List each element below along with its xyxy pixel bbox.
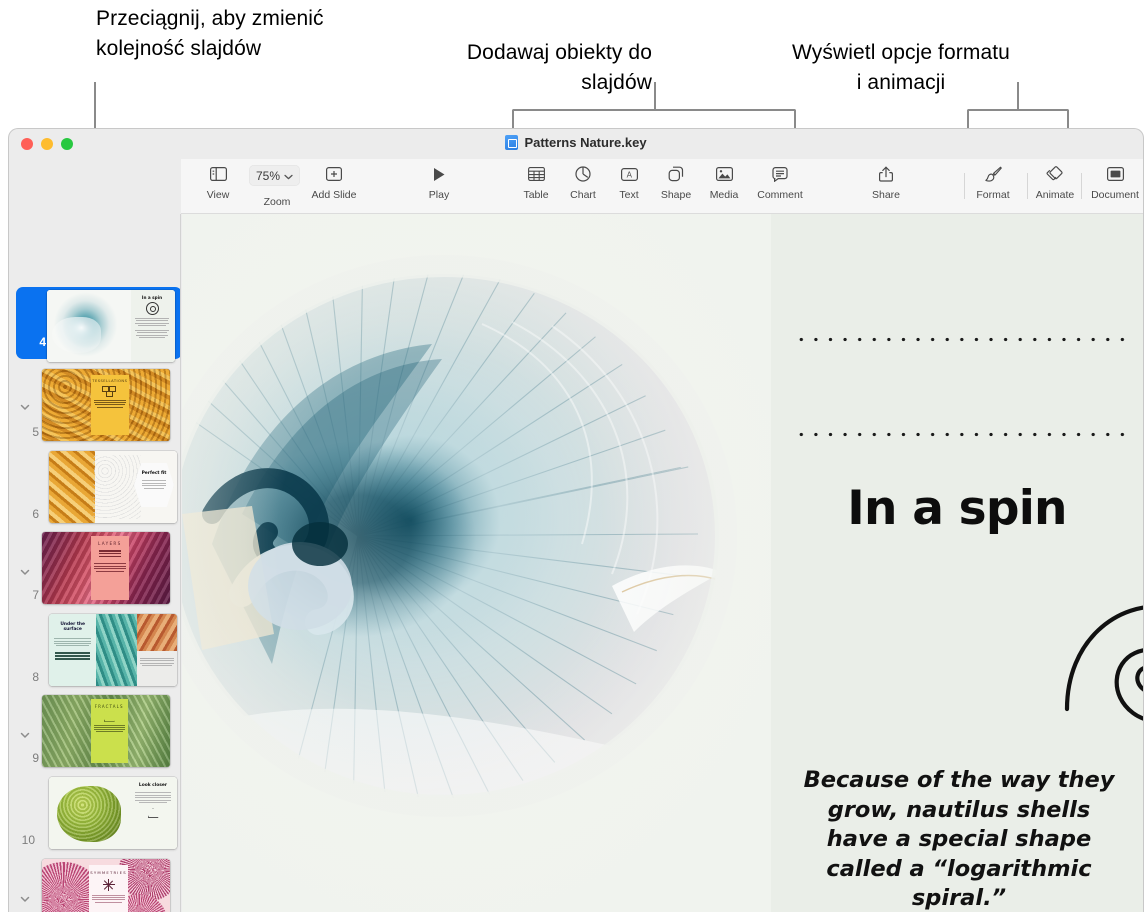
table-icon: [527, 163, 545, 185]
pie-chart-icon: [575, 163, 591, 185]
toolbar-format-button[interactable]: Format: [965, 163, 1021, 201]
window-titlebar: Patterns Nature.key: [9, 129, 1143, 159]
callout-format-animate-stem: [1017, 82, 1019, 110]
toolbar-animate-label: Animate: [1035, 189, 1075, 201]
callout-format-animate-text: Wyświetl opcje formatu i animacji: [792, 41, 1010, 94]
callout-add-objects-text: Dodawaj obiekty do slajdów: [466, 41, 652, 94]
sidebar-icon: [209, 163, 227, 185]
toolbar-share-button[interactable]: Share: [858, 163, 914, 201]
toolbar-add-slide-label: Add Slide: [311, 189, 357, 201]
document-title-bar[interactable]: Patterns Nature.key: [9, 135, 1143, 150]
zoom-select[interactable]: 75%: [249, 165, 301, 186]
comment-icon: [772, 163, 788, 185]
dotted-rule-bottom: [794, 432, 1134, 437]
callout-add-objects-stem: [654, 82, 656, 110]
toolbar-shape-label: Shape: [660, 189, 692, 201]
toolbar-comment-label: Comment: [757, 189, 803, 201]
chevron-down-icon[interactable]: [19, 401, 31, 413]
toolbar-table-label: Table: [523, 189, 549, 201]
slide-text-panel[interactable]: In a spin Because of the way they grow, …: [771, 214, 1143, 912]
callout-reorder-slides-line: [94, 82, 96, 129]
toolbar-play-label: Play: [428, 189, 450, 201]
slide-number: 7: [32, 588, 39, 602]
slide-canvas[interactable]: In a spin Because of the way they grow, …: [182, 214, 1143, 912]
slide-thumbnail[interactable]: LAYERS: [42, 532, 170, 604]
slide-thumbnail[interactable]: Look closer: [49, 777, 177, 849]
play-icon: [432, 163, 446, 185]
slide-thumbnail[interactable]: Under the surface: [49, 614, 177, 686]
slide-number: 5: [32, 425, 39, 439]
slide-number: 9: [32, 751, 39, 765]
toolbar: View 75% Zoom Add Slide Play Table Chart…: [9, 159, 1143, 214]
slide-number: 6: [32, 507, 39, 521]
toolbar-comment-button[interactable]: Comment: [752, 163, 808, 201]
slide-title[interactable]: In a spin: [771, 481, 1143, 536]
toolbar-view-button[interactable]: View: [190, 163, 246, 201]
toolbar-text-label: Text: [619, 189, 639, 201]
toolbar-document-label: Document: [1091, 189, 1139, 201]
chevron-down-icon: [284, 169, 293, 183]
toolbar-play-button[interactable]: Play: [411, 163, 467, 201]
toolbar-separator: [1081, 173, 1082, 199]
toolbar-format-label: Format: [976, 189, 1010, 201]
toolbar-document-button[interactable]: Document: [1087, 163, 1143, 201]
toolbar-zoom-label: Zoom: [263, 196, 291, 208]
chevron-down-icon[interactable]: [19, 566, 31, 578]
toolbar-view-label: View: [206, 189, 230, 201]
text-box-icon: A: [620, 163, 638, 185]
animate-diamond-icon: [1046, 163, 1065, 185]
slide-number: 8: [32, 670, 39, 684]
slide-thumbnail[interactable]: TESSELLATIONS: [42, 369, 170, 441]
slide-thumbnail[interactable]: In a spin: [47, 290, 175, 362]
toolbar-share-label: Share: [871, 189, 901, 201]
slide-paragraph-1: Because of the way they grow, nautilus s…: [803, 767, 1115, 911]
slide-thumbnail[interactable]: FRACTALS: [42, 695, 170, 767]
toolbar-media-button[interactable]: Media: [696, 163, 752, 201]
nautilus-shell-photo[interactable]: [182, 214, 771, 912]
zoom-value: 75%: [256, 168, 281, 183]
svg-text:A: A: [626, 170, 632, 179]
toolbar-chart-label: Chart: [570, 189, 596, 201]
photo-icon: [715, 163, 733, 185]
keynote-window: Patterns Nature.key View 75% Zoom Add Sl…: [8, 128, 1144, 912]
keynote-document-icon: [505, 135, 519, 150]
slide-navigator[interactable]: 4 In a spin 5 TESSELLATIONS 6 Perfect fi…: [9, 214, 181, 912]
toolbar-animate-button[interactable]: Animate: [1027, 163, 1083, 201]
slide-thumbnail[interactable]: Perfect fit: [49, 451, 177, 523]
toolbar-add-slide-button[interactable]: Add Slide: [306, 163, 362, 201]
slide-number: 10: [21, 833, 35, 847]
paintbrush-icon: [984, 163, 1002, 185]
document-icon: [1106, 163, 1124, 185]
shapes-icon: [668, 163, 684, 185]
slide-thumbnail[interactable]: SYMMETRIES: [42, 859, 170, 912]
chevron-down-icon[interactable]: [19, 729, 31, 741]
toolbar-media-label: Media: [709, 189, 739, 201]
dotted-rule-top: [794, 337, 1134, 342]
plus-box-icon: [326, 163, 342, 185]
document-title-text: Patterns Nature.key: [524, 135, 647, 150]
callout-reorder-slides-text: Przeciągnij, aby zmienić kolejność slajd…: [96, 7, 324, 60]
share-icon: [879, 163, 893, 185]
logarithmic-spiral-shape[interactable]: [1061, 597, 1143, 737]
toolbar-sidebar-region: [9, 159, 181, 214]
callout-add-objects-bracket: [512, 109, 796, 129]
slide-number: 4: [39, 335, 46, 349]
callout-format-animate-bracket: [967, 109, 1069, 129]
chevron-down-icon[interactable]: [19, 893, 31, 905]
slide-body-text[interactable]: Because of the way they grow, nautilus s…: [797, 766, 1121, 912]
